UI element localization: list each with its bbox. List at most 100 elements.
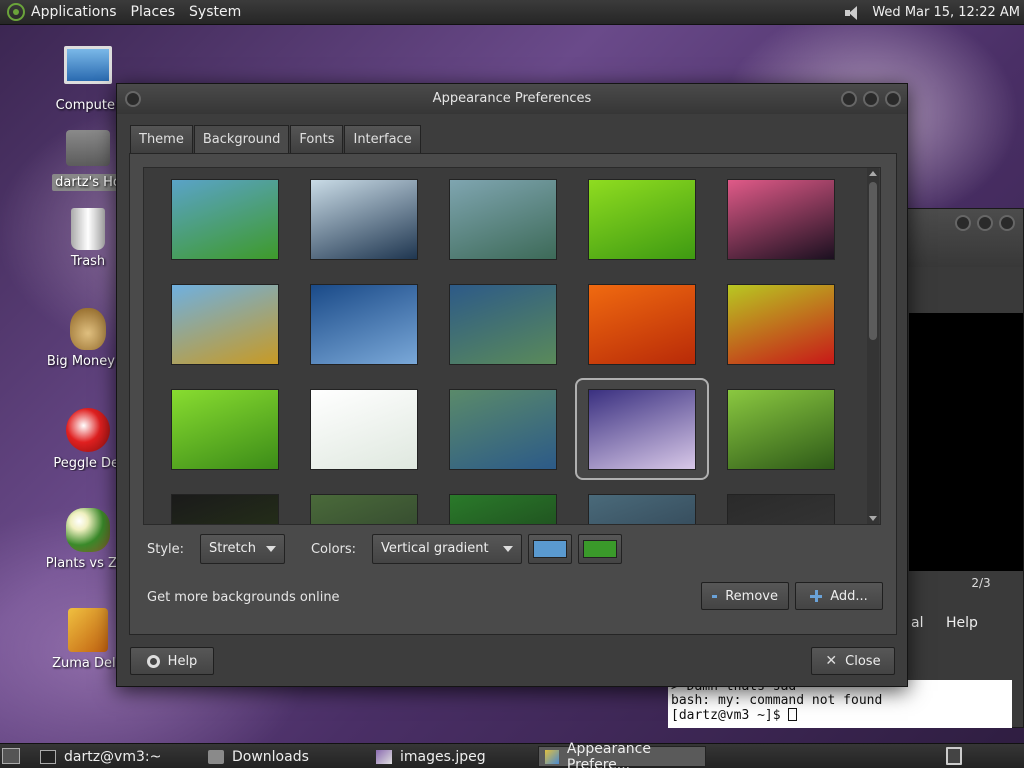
show-desktop-icon[interactable] bbox=[2, 748, 20, 764]
trash-icon bbox=[71, 208, 105, 250]
plus-icon bbox=[810, 590, 823, 602]
help-button-label: Help bbox=[167, 653, 198, 669]
close-button[interactable] bbox=[885, 91, 901, 107]
peggle-icon bbox=[66, 408, 110, 452]
terminal-menu-help[interactable]: Help bbox=[946, 615, 978, 631]
close-dialog-button[interactable]: ✕ Close bbox=[811, 647, 895, 675]
task-images[interactable]: images.jpeg bbox=[370, 746, 534, 767]
task-label: Downloads bbox=[232, 748, 309, 765]
terminal-prompt-text: [dartz@vm3 ~]$ bbox=[671, 708, 789, 723]
minimize-button[interactable] bbox=[955, 215, 971, 231]
wallpaper-thumbnail[interactable] bbox=[727, 179, 835, 260]
gallery-scrollbar-thumb[interactable] bbox=[869, 182, 877, 340]
wallpaper-thumbnail[interactable] bbox=[588, 179, 696, 260]
tab-background[interactable]: Background bbox=[193, 125, 290, 154]
maximize-button[interactable] bbox=[977, 215, 993, 231]
gnome-foot-icon[interactable] bbox=[7, 3, 25, 21]
wallpaper-thumbnail[interactable] bbox=[310, 284, 418, 365]
terminal-prompt: [dartz@vm3 ~]$ bbox=[671, 708, 1009, 723]
style-combo-value: Stretch bbox=[209, 541, 256, 556]
tab-theme[interactable]: Theme bbox=[130, 125, 193, 153]
money-bag-icon bbox=[70, 308, 106, 350]
task-appearance[interactable]: Appearance Prefere... bbox=[538, 741, 706, 768]
wallpaper-thumbnail[interactable] bbox=[588, 389, 696, 470]
colors-combo-value: Vertical gradient bbox=[381, 541, 489, 556]
image-icon bbox=[376, 749, 392, 764]
scroll-up-arrow-icon[interactable] bbox=[869, 171, 877, 176]
secondary-color-button[interactable] bbox=[577, 534, 622, 564]
tab-bar: Theme Background Fonts Interface bbox=[130, 125, 422, 154]
wallpaper-thumbnail[interactable] bbox=[171, 284, 279, 365]
wallpaper-thumbnail[interactable] bbox=[727, 389, 835, 470]
dropdown-arrow-icon bbox=[265, 546, 276, 552]
add-button-label: Add... bbox=[830, 588, 868, 604]
task-label: dartz@vm3:~ bbox=[64, 748, 162, 765]
close-button[interactable] bbox=[999, 215, 1015, 231]
volume-icon[interactable] bbox=[844, 5, 862, 21]
colors-combo[interactable]: Vertical gradient bbox=[372, 534, 522, 564]
task-downloads[interactable]: Downloads bbox=[202, 746, 366, 767]
wallpaper-thumbnail[interactable] bbox=[449, 494, 557, 524]
home-folder-icon bbox=[66, 130, 110, 166]
clock[interactable]: Wed Mar 15, 12:22 AM bbox=[872, 5, 1020, 20]
dialog-titlebar[interactable]: Appearance Preferences bbox=[117, 84, 907, 114]
wallpaper-thumbnail[interactable] bbox=[171, 494, 279, 524]
zuma-icon bbox=[68, 608, 108, 652]
wallpaper-thumbnail[interactable] bbox=[310, 494, 418, 524]
terminal-menu-terminal[interactable]: al bbox=[911, 615, 923, 631]
secondary-color-swatch bbox=[582, 540, 617, 558]
tab-fonts[interactable]: Fonts bbox=[290, 125, 344, 153]
top-panel: Applications Places System Wed Mar 15, 1… bbox=[0, 0, 1024, 25]
wallpaper-thumbnail[interactable] bbox=[727, 284, 835, 365]
window-menu-button[interactable] bbox=[125, 91, 141, 107]
task-label: Appearance Prefere... bbox=[566, 740, 651, 768]
close-button-label: Close bbox=[845, 653, 881, 669]
terminal-cursor bbox=[788, 708, 798, 721]
help-button[interactable]: Help bbox=[130, 647, 214, 675]
help-icon bbox=[146, 654, 160, 668]
dropdown-arrow-icon bbox=[502, 546, 513, 552]
wallpaper-thumbnail[interactable] bbox=[449, 389, 557, 470]
scroll-down-arrow-icon[interactable] bbox=[869, 516, 877, 521]
close-icon: ✕ bbox=[825, 653, 838, 669]
style-combo[interactable]: Stretch bbox=[200, 534, 285, 564]
menu-places[interactable]: Places bbox=[131, 4, 176, 20]
terminal-output[interactable]: > Damn thats sad bash: my: command not f… bbox=[668, 680, 1012, 728]
wallpaper-thumbnail[interactable] bbox=[588, 494, 696, 524]
primary-color-button[interactable] bbox=[527, 534, 572, 564]
remove-button-label: Remove bbox=[725, 588, 778, 604]
minus-icon bbox=[712, 594, 718, 598]
task-label: images.jpeg bbox=[400, 748, 486, 765]
wallpaper-thumbnail[interactable] bbox=[310, 389, 418, 470]
wallpaper-thumbnail[interactable] bbox=[171, 389, 279, 470]
wallpaper-thumbnail[interactable] bbox=[588, 284, 696, 365]
background-tab-panel: Style: Stretch Colors: Vertical gradient… bbox=[129, 153, 897, 635]
menu-applications[interactable]: Applications bbox=[31, 4, 117, 20]
get-more-backgrounds-link[interactable]: Get more backgrounds online bbox=[147, 590, 340, 605]
style-label: Style: bbox=[147, 541, 185, 557]
computer-icon bbox=[64, 46, 112, 84]
wallpaper-thumbnail[interactable] bbox=[449, 179, 557, 260]
plants-icon bbox=[66, 508, 110, 552]
trash-applet-icon[interactable] bbox=[946, 747, 962, 765]
appearance-icon bbox=[545, 749, 559, 764]
wallpaper-thumbnail[interactable] bbox=[449, 284, 557, 365]
remove-button[interactable]: Remove bbox=[701, 582, 789, 610]
colors-label: Colors: bbox=[310, 541, 357, 557]
menu-system[interactable]: System bbox=[189, 4, 241, 20]
desktop-icon-label: dartz's Ho bbox=[52, 174, 124, 191]
tab-interface[interactable]: Interface bbox=[344, 125, 421, 153]
wallpaper-thumbnail[interactable] bbox=[727, 494, 835, 524]
minimize-button[interactable] bbox=[841, 91, 857, 107]
top-panel-tray: Wed Mar 15, 12:22 AM bbox=[844, 0, 1020, 25]
wallpaper-thumbnail[interactable] bbox=[310, 179, 418, 260]
wallpaper-gallery[interactable] bbox=[143, 167, 881, 525]
task-terminal[interactable]: dartz@vm3:~ bbox=[34, 746, 198, 767]
style-row: Style: Stretch Colors: Vertical gradient bbox=[147, 534, 622, 564]
dialog-window-buttons bbox=[841, 91, 901, 107]
terminal-preview bbox=[909, 313, 1023, 571]
wallpaper-thumbnail[interactable] bbox=[171, 179, 279, 260]
appearance-preferences-dialog[interactable]: Appearance Preferences Theme Background … bbox=[116, 83, 908, 687]
add-button[interactable]: Add... bbox=[795, 582, 883, 610]
maximize-button[interactable] bbox=[863, 91, 879, 107]
